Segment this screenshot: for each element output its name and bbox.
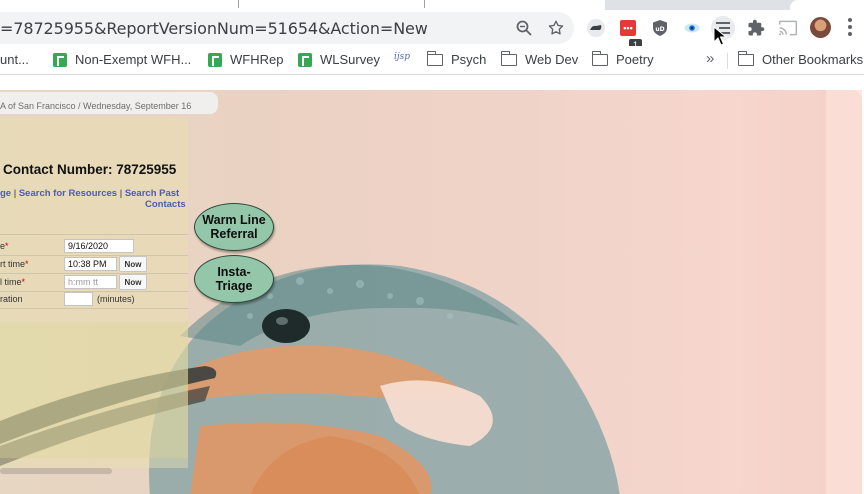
- ublock-icon[interactable]: uD: [649, 17, 671, 39]
- avatar[interactable]: [810, 17, 831, 38]
- link-separator: |: [119, 188, 123, 199]
- bookmarks-bar: unt... Non-Exempt WFH... WFHRep WLSurvey…: [0, 46, 864, 75]
- bookmark-divider: [727, 53, 728, 69]
- bookmark-item[interactable]: ijsp: [394, 52, 420, 62]
- bookmark-label: Other Bookmarks: [762, 52, 864, 67]
- duration-label: ration: [0, 294, 23, 304]
- warm-line-referral-button[interactable]: Warm Line Referral: [194, 203, 274, 251]
- search-resources-link[interactable]: Search for Resources: [19, 188, 117, 199]
- green-bookmark-icon: [53, 52, 67, 67]
- menu-icon[interactable]: [848, 16, 852, 38]
- puzzle-icon[interactable]: [745, 17, 767, 39]
- bookmark-label: Psych: [451, 52, 487, 67]
- browser-toolbar: =78725955&ReportVersionNum=51654&Action=…: [0, 10, 864, 51]
- tab-strip: [0, 0, 864, 10]
- bookmark-label: WFHRep: [230, 52, 284, 67]
- search-past-contacts-link-cont[interactable]: Contacts: [145, 199, 186, 210]
- url-text[interactable]: =78725955&ReportVersionNum=51654&Action=…: [0, 19, 428, 38]
- form-divider: [0, 255, 188, 256]
- duration-unit: (minutes): [97, 294, 135, 304]
- horizontal-scrollbar[interactable]: [0, 468, 112, 474]
- start-now-button[interactable]: Now: [119, 256, 147, 272]
- shoe-extension-icon[interactable]: [585, 17, 607, 39]
- bookmark-folder[interactable]: Web Dev: [500, 51, 579, 67]
- form-divider: [0, 308, 188, 309]
- bookmark-item[interactable]: unt...: [0, 52, 29, 67]
- form-divider: [0, 273, 188, 274]
- page-title: Contact Number: 78725955: [3, 162, 177, 177]
- folder-icon: [426, 51, 443, 66]
- bookmark-label: Non-Exempt WFH...: [75, 52, 192, 67]
- start-time-label: rt time*: [0, 259, 29, 269]
- other-bookmarks-folder[interactable]: Other Bookmarks: [737, 51, 864, 67]
- star-icon[interactable]: [545, 17, 567, 39]
- bookmark-item[interactable]: WFHRep: [208, 52, 283, 67]
- form-panel-lower: [0, 322, 188, 458]
- bookmark-label: WLSurvey: [320, 52, 380, 67]
- page-link[interactable]: ge: [0, 188, 11, 199]
- form-divider: [0, 291, 188, 292]
- svg-text:uD: uD: [655, 26, 664, 33]
- red-extension-icon[interactable]: •••: [620, 20, 636, 36]
- bookmark-label: unt...: [0, 52, 29, 67]
- active-tab[interactable]: [0, 0, 605, 10]
- folder-icon: [737, 51, 754, 66]
- date-label: e*: [0, 241, 9, 251]
- folder-icon: [591, 51, 608, 66]
- green-bookmark-icon: [298, 52, 312, 67]
- insta-triage-button[interactable]: Insta- Triage: [194, 255, 274, 303]
- tab-separator: [424, 0, 425, 8]
- bookmark-folder[interactable]: Psych: [426, 51, 487, 67]
- bookmark-item[interactable]: Non-Exempt WFH...: [53, 52, 191, 67]
- tab[interactable]: [790, 0, 864, 10]
- mouse-cursor-icon: [713, 26, 727, 46]
- duration-input[interactable]: [64, 292, 93, 306]
- folder-icon: [500, 51, 517, 66]
- browser-window: =78725955&ReportVersionNum=51654&Action=…: [0, 0, 864, 494]
- bookmark-label: Web Dev: [525, 52, 579, 67]
- link-separator: |: [13, 188, 17, 199]
- web-page: A of San Francisco / Wednesday, Septembe…: [0, 76, 864, 494]
- header-info-text: A of San Francisco / Wednesday, Septembe…: [0, 101, 192, 111]
- start-time-input[interactable]: 10:38 PM: [64, 257, 117, 271]
- end-time-label: l time*: [0, 277, 26, 287]
- form-divider: [0, 234, 188, 235]
- search-past-contacts-link[interactable]: Search Past: [125, 188, 179, 199]
- eye-extension-icon[interactable]: [681, 17, 703, 39]
- cast-icon[interactable]: [777, 17, 799, 39]
- bookmark-label: Poetry: [616, 52, 654, 67]
- zoom-icon[interactable]: [513, 17, 535, 39]
- bookmark-folder[interactable]: Poetry: [591, 51, 654, 67]
- ijsp-logo-icon: ijsp: [394, 52, 411, 62]
- date-input[interactable]: 9/16/2020: [64, 239, 134, 253]
- bookmark-item[interactable]: WLSurvey: [298, 52, 380, 67]
- tab-separator: [238, 0, 239, 8]
- nav-links: ge | Search for Resources | Search Past: [0, 188, 179, 199]
- green-bookmark-icon: [208, 52, 222, 67]
- more-bookmarks-chevron-icon[interactable]: »: [706, 50, 714, 67]
- end-now-button[interactable]: Now: [119, 274, 147, 290]
- end-time-input[interactable]: h:mm tt: [64, 275, 117, 289]
